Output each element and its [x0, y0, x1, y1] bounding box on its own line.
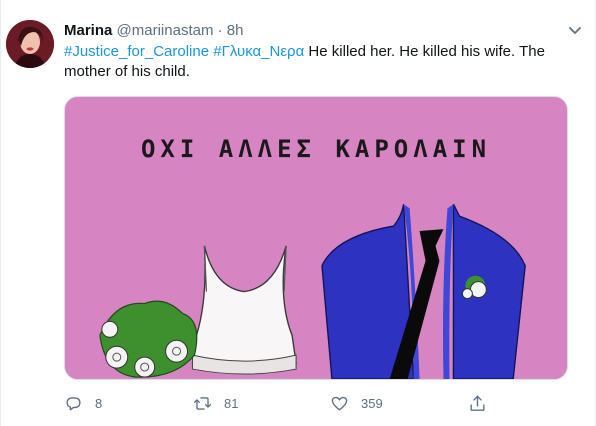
heart-icon	[331, 396, 348, 411]
tweet-header: Marina @mariinastam · 8h	[64, 21, 243, 41]
tweet[interactable]: Marina @mariinastam · 8h #Justice_for_Ca…	[0, 0, 596, 426]
share-icon	[470, 395, 485, 411]
reply-count: 8	[95, 395, 103, 411]
tweet-image[interactable]: ΟΧΙ ΑΛΛΕΣ ΚΑΡΟΛΑΙΝ	[64, 96, 568, 380]
retweet-icon	[193, 396, 212, 410]
reply-button[interactable]: 8	[64, 391, 102, 415]
like-count: 359	[361, 395, 383, 411]
retweet-count: 81	[224, 395, 239, 411]
hashtag-link[interactable]: #Justice_for_Caroline	[64, 43, 209, 60]
image-caption: ΟΧΙ ΑΛΛΕΣ ΚΑΡΟΛΑΙΝ	[140, 135, 492, 163]
chevron-down-icon	[569, 27, 581, 34]
like-button[interactable]: 359	[330, 391, 383, 415]
reply-icon	[66, 396, 81, 411]
tweet-text: #Justice_for_Caroline #Γλυκα_Νερα He kil…	[64, 42, 564, 82]
tweet-actions: 8 81 359	[64, 391, 568, 415]
more-options-button[interactable]	[565, 20, 585, 40]
hashtag-link[interactable]: #Γλυκα_Νερα	[213, 43, 304, 60]
avatar[interactable]	[6, 20, 54, 68]
timestamp[interactable]: 8h	[227, 22, 244, 39]
user-handle[interactable]: @mariinastam	[117, 22, 214, 39]
display-name[interactable]: Marina	[64, 22, 112, 39]
avatar-image	[6, 20, 54, 68]
separator-dot: ·	[217, 22, 223, 39]
retweet-button[interactable]: 81	[193, 391, 238, 415]
share-button[interactable]	[468, 391, 487, 415]
